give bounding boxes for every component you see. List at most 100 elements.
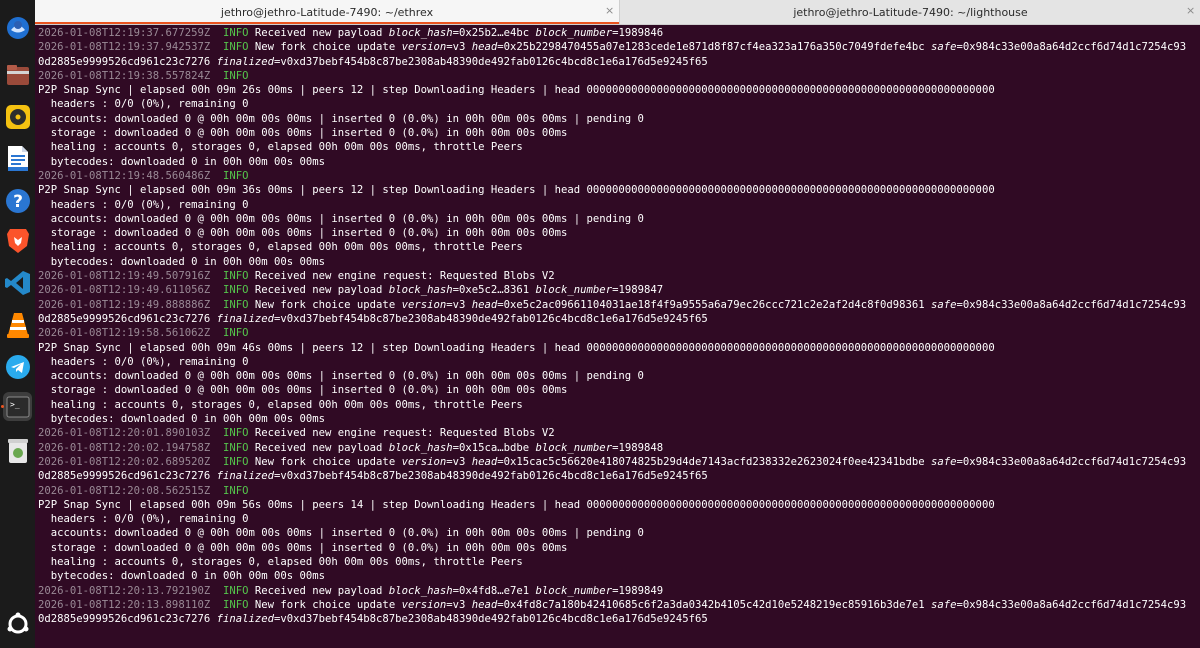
log-text: New fork choice update — [248, 598, 402, 611]
log-text: bytecodes: downloaded 0 in 00h 00m 00s 0… — [38, 413, 326, 426]
log-level: INFO — [222, 598, 249, 611]
terminal-line: accounts: downloaded 0 @ 00h 00m 00s 00m… — [38, 526, 1200, 540]
svg-text:>_: >_ — [10, 400, 20, 409]
files-icon[interactable] — [3, 60, 32, 89]
terminal-line: 0d2885e9999526cd961c23c7276 finalized=v0… — [38, 469, 1200, 483]
log-text: P2P Snap Sync | elapsed 00h 09m 46s 00ms… — [38, 341, 995, 354]
log-text: Received new engine request: Requested B… — [248, 270, 555, 283]
terminal-line: 0d2885e9999526cd961c23c7276 finalized=v0… — [38, 612, 1200, 626]
log-text: block_number — [535, 441, 613, 454]
terminal-line: 2026-01-08T12:20:02.689520Z INFO New for… — [38, 455, 1200, 469]
log-text: =v3 — [446, 455, 472, 468]
tab-lighthouse[interactable]: jethro@jethro-Latitude-7490: ~/lighthous… — [619, 0, 1200, 24]
log-timestamp: 2026-01-08T12:19:58.561062Z — [38, 327, 211, 340]
vscode-icon[interactable] — [3, 268, 32, 297]
log-text: storage : downloaded 0 @ 00h 00m 00s 00m… — [38, 384, 568, 397]
brave-browser-icon[interactable] — [3, 226, 32, 255]
terminal-line: accounts: downloaded 0 @ 00h 00m 00s 00m… — [38, 112, 1200, 126]
libreoffice-writer-icon[interactable] — [3, 144, 32, 173]
log-timestamp: 2026-01-08T12:19:48.560486Z — [38, 169, 211, 182]
vlc-icon[interactable] — [3, 310, 32, 339]
terminal-line: P2P Snap Sync | elapsed 00h 09m 46s 00ms… — [38, 341, 1200, 355]
tab-ethrex[interactable]: jethro@jethro-Latitude-7490: ~/ethrex × — [35, 0, 619, 24]
log-text: =v0xd37bebf454b8c87be2308ab48390de492fab… — [274, 470, 708, 483]
log-text: 0d2885e9999526cd961c23c7276 — [38, 613, 217, 626]
log-text: bytecodes: downloaded 0 in 00h 00m 00s 0… — [38, 155, 326, 168]
log-text: =1989846 — [612, 27, 664, 39]
log-text: =0x984c33e00a8a64d2ccf6d74d1c7254c93 — [956, 298, 1187, 311]
log-text: =0xe5c2…8361 — [452, 284, 536, 297]
log-text: finalized — [216, 613, 274, 626]
log-text: =0x25b2…e4bc — [452, 27, 536, 39]
log-text: =v0xd37bebf454b8c87be2308ab48390de492fab… — [274, 55, 708, 68]
terminal-line: 2026-01-08T12:20:08.562515Z INFO — [38, 484, 1200, 498]
log-text: block_number — [535, 584, 613, 597]
tab-title: jethro@jethro-Latitude-7490: ~/ethrex — [220, 5, 434, 19]
log-level: INFO — [222, 327, 249, 340]
log-text: New fork choice update — [248, 455, 402, 468]
thunderbird-icon[interactable] — [3, 13, 32, 42]
terminal-line: 2026-01-08T12:19:49.611056Z INFO Receive… — [38, 283, 1200, 297]
log-text: headers : 0/0 (0%), remaining 0 — [38, 98, 249, 111]
log-text: headers : 0/0 (0%), remaining 0 — [38, 513, 249, 526]
log-level: INFO — [222, 284, 249, 297]
telegram-icon[interactable] — [3, 352, 32, 381]
help-icon[interactable]: ? — [3, 186, 32, 215]
log-text: headers : 0/0 (0%), remaining 0 — [38, 355, 249, 368]
log-text: P2P Snap Sync | elapsed 00h 09m 36s 00ms… — [38, 184, 995, 197]
log-text: =0x984c33e00a8a64d2ccf6d74d1c7254c93 — [956, 598, 1187, 611]
log-text: Received new engine request: Requested B… — [248, 427, 555, 440]
terminal-line: 2026-01-08T12:20:13.898110Z INFO New for… — [38, 598, 1200, 612]
log-timestamp: 2026-01-08T12:20:13.898110Z — [38, 598, 211, 611]
terminal-output[interactable]: 2026-01-08T12:19:37.677259Z INFO Receive… — [38, 26, 1200, 648]
log-text: block_number — [535, 284, 613, 297]
log-text: =v3 — [446, 41, 472, 54]
rhythmbox-icon[interactable] — [3, 102, 32, 131]
log-text: storage : downloaded 0 @ 00h 00m 00s 00m… — [38, 227, 568, 240]
log-text: Received new payload — [248, 27, 389, 39]
terminal-line: headers : 0/0 (0%), remaining 0 — [38, 198, 1200, 212]
log-level: INFO — [222, 584, 249, 597]
log-text: finalized — [216, 55, 274, 68]
terminal-line: accounts: downloaded 0 @ 00h 00m 00s 00m… — [38, 212, 1200, 226]
terminal-icon[interactable]: >_ — [3, 392, 32, 421]
tab-close-icon[interactable]: × — [605, 4, 614, 17]
log-text: safe — [930, 41, 957, 54]
terminal-line: headers : 0/0 (0%), remaining 0 — [38, 97, 1200, 111]
log-text: =v3 — [446, 298, 472, 311]
log-text: accounts: downloaded 0 @ 00h 00m 00s 00m… — [38, 370, 644, 383]
terminal-line: 2026-01-08T12:19:37.677259Z INFO Receive… — [38, 26, 1200, 40]
terminal-line: headers : 0/0 (0%), remaining 0 — [38, 355, 1200, 369]
log-text: Received new payload — [248, 584, 389, 597]
trash-icon[interactable] — [3, 436, 32, 465]
log-text: accounts: downloaded 0 @ 00h 00m 00s 00m… — [38, 527, 644, 540]
log-text: headers : 0/0 (0%), remaining 0 — [38, 198, 249, 211]
log-text: safe — [930, 298, 957, 311]
log-text: head — [471, 598, 498, 611]
terminal-line: 2026-01-08T12:19:48.560486Z INFO — [38, 169, 1200, 183]
log-text: version — [401, 298, 447, 311]
log-text: =0xe5c2ac09661104031ae18f4f9a9555a6a79ec… — [497, 298, 931, 311]
log-text: version — [401, 41, 447, 54]
tab-close-icon[interactable]: × — [1186, 4, 1195, 17]
log-level: INFO — [222, 455, 249, 468]
log-level: INFO — [222, 169, 249, 182]
terminal-line: healing : accounts 0, storages 0, elapse… — [38, 398, 1200, 412]
log-text: New fork choice update — [248, 298, 402, 311]
terminal-line: 2026-01-08T12:20:13.792190Z INFO Receive… — [38, 584, 1200, 598]
terminal-line: headers : 0/0 (0%), remaining 0 — [38, 512, 1200, 526]
log-timestamp: 2026-01-08T12:19:49.507916Z — [38, 270, 211, 283]
log-text: healing : accounts 0, storages 0, elapse… — [38, 555, 523, 568]
show-apps-icon[interactable] — [3, 609, 32, 638]
log-timestamp: 2026-01-08T12:19:37.677259Z — [38, 27, 211, 39]
terminal-line: healing : accounts 0, storages 0, elapse… — [38, 555, 1200, 569]
log-text: healing : accounts 0, storages 0, elapse… — [38, 398, 523, 411]
log-timestamp: 2026-01-08T12:20:02.689520Z — [38, 455, 211, 468]
